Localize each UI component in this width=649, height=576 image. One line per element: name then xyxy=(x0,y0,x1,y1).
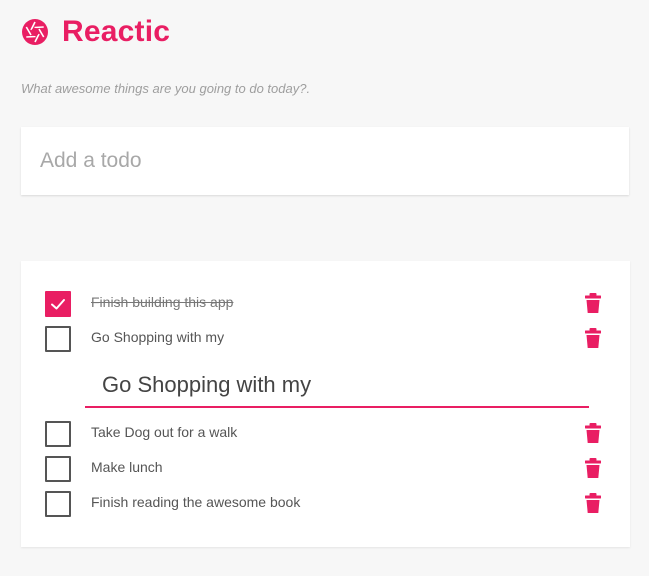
edit-todo-input[interactable] xyxy=(85,364,589,408)
todo-item: Finish building this app xyxy=(21,290,630,320)
trash-icon xyxy=(585,493,601,513)
todo-checkbox[interactable] xyxy=(45,291,71,317)
todo-list: Finish building this app Go Shopping wit… xyxy=(21,261,630,547)
todo-label[interactable]: Finish reading the awesome book xyxy=(91,494,300,510)
delete-button[interactable] xyxy=(583,457,603,479)
delete-button[interactable] xyxy=(583,292,603,314)
add-todo-card xyxy=(21,127,629,195)
trash-icon xyxy=(585,328,601,348)
todo-label[interactable]: Take Dog out for a walk xyxy=(91,424,237,440)
todo-checkbox[interactable] xyxy=(45,421,71,447)
trash-icon xyxy=(585,458,601,478)
add-todo-input[interactable] xyxy=(21,127,629,195)
todo-checkbox[interactable] xyxy=(45,491,71,517)
todo-item: Finish reading the awesome book xyxy=(21,490,630,520)
todo-label[interactable]: Go Shopping with my xyxy=(91,329,224,345)
todo-label[interactable]: Finish building this app xyxy=(91,294,233,310)
camera-aperture-icon xyxy=(22,19,48,45)
delete-button[interactable] xyxy=(583,327,603,349)
delete-button[interactable] xyxy=(583,492,603,514)
checkmark-icon xyxy=(51,299,65,310)
todo-label[interactable]: Make lunch xyxy=(91,459,163,475)
todo-item: Take Dog out for a walk xyxy=(21,420,630,450)
delete-button[interactable] xyxy=(583,422,603,444)
trash-icon xyxy=(585,293,601,313)
app-title: Reactic xyxy=(62,15,171,48)
todo-item: Make lunch xyxy=(21,455,630,485)
trash-icon xyxy=(585,423,601,443)
todo-checkbox[interactable] xyxy=(45,326,71,352)
todo-checkbox[interactable] xyxy=(45,456,71,482)
app-header: Reactic xyxy=(22,14,170,50)
todo-item: Go Shopping with my xyxy=(21,325,630,355)
app-subtitle: What awesome things are you going to do … xyxy=(21,81,311,96)
